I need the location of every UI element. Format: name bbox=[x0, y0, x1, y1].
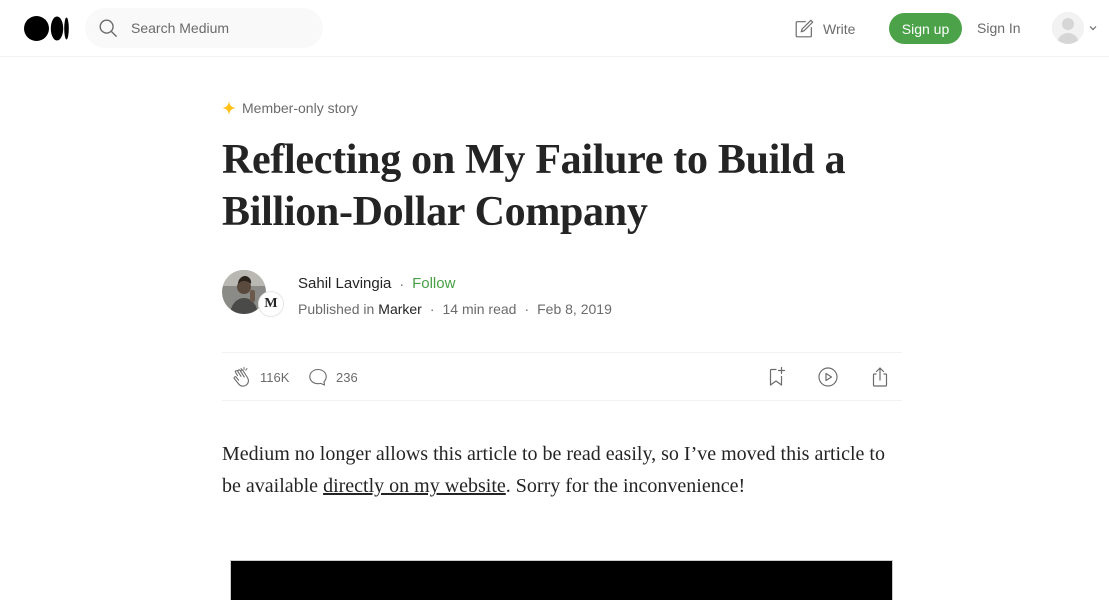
follow-button[interactable]: Follow bbox=[412, 275, 455, 292]
responses-button[interactable]: 236 bbox=[306, 365, 358, 389]
share-icon bbox=[872, 367, 888, 387]
write-label: Write bbox=[823, 20, 856, 37]
write-button[interactable]: Write bbox=[793, 16, 855, 41]
publication-badge[interactable]: M bbox=[258, 291, 284, 317]
search-input[interactable] bbox=[131, 18, 311, 38]
play-icon bbox=[818, 367, 838, 387]
response-count: 236 bbox=[336, 369, 358, 385]
separator-dot: · bbox=[429, 301, 435, 317]
article-body-paragraph: Medium no longer allows this article to … bbox=[222, 438, 902, 502]
clap-icon bbox=[233, 367, 249, 387]
article-meta: Published in Marker · 14 min read · Feb … bbox=[298, 301, 612, 317]
read-time: 14 min read bbox=[442, 301, 517, 317]
author-name[interactable]: Sahil Lavingia bbox=[298, 275, 391, 292]
body-text-after: . Sorry for the inconvenience! bbox=[505, 475, 746, 497]
user-silhouette-icon bbox=[1052, 12, 1084, 44]
article-hero-image bbox=[230, 560, 893, 600]
member-only-label: Member-only story bbox=[242, 100, 358, 116]
separator-dot: · bbox=[524, 301, 530, 317]
bookmark-button[interactable] bbox=[764, 365, 788, 389]
search-icon bbox=[99, 19, 117, 37]
share-button[interactable] bbox=[868, 365, 892, 389]
article-title: Reflecting on My Failure to Build a Bill… bbox=[222, 137, 846, 235]
search-bar[interactable] bbox=[85, 8, 323, 48]
website-link[interactable]: directly on my website bbox=[323, 475, 506, 497]
top-nav: Write Sign up Sign In bbox=[0, 0, 1109, 57]
write-icon bbox=[795, 19, 814, 37]
published-in-label: Published in bbox=[298, 301, 375, 317]
signin-link[interactable]: Sign In bbox=[977, 20, 1021, 36]
article-action-bar: 116K 236 bbox=[222, 352, 902, 401]
medium-logo[interactable] bbox=[24, 16, 69, 41]
star-icon bbox=[222, 101, 236, 115]
member-only-badge: Member-only story bbox=[222, 99, 358, 117]
listen-button[interactable] bbox=[816, 365, 840, 389]
separator-dot: · bbox=[399, 275, 405, 292]
bookmark-add-icon bbox=[769, 366, 786, 386]
user-menu[interactable] bbox=[1052, 12, 1102, 44]
clap-count: 116K bbox=[260, 369, 290, 385]
comment-icon bbox=[309, 368, 327, 386]
chevron-down-icon bbox=[1089, 26, 1097, 31]
publish-date: Feb 8, 2019 bbox=[537, 301, 612, 317]
avatar bbox=[1052, 12, 1084, 44]
signup-button[interactable]: Sign up bbox=[889, 13, 962, 44]
byline: M Sahil Lavingia · Follow Published in M… bbox=[222, 270, 902, 320]
clap-button[interactable]: 116K bbox=[230, 365, 289, 389]
author-line: Sahil Lavingia · Follow bbox=[298, 275, 455, 292]
publication-link[interactable]: Marker bbox=[378, 301, 422, 317]
